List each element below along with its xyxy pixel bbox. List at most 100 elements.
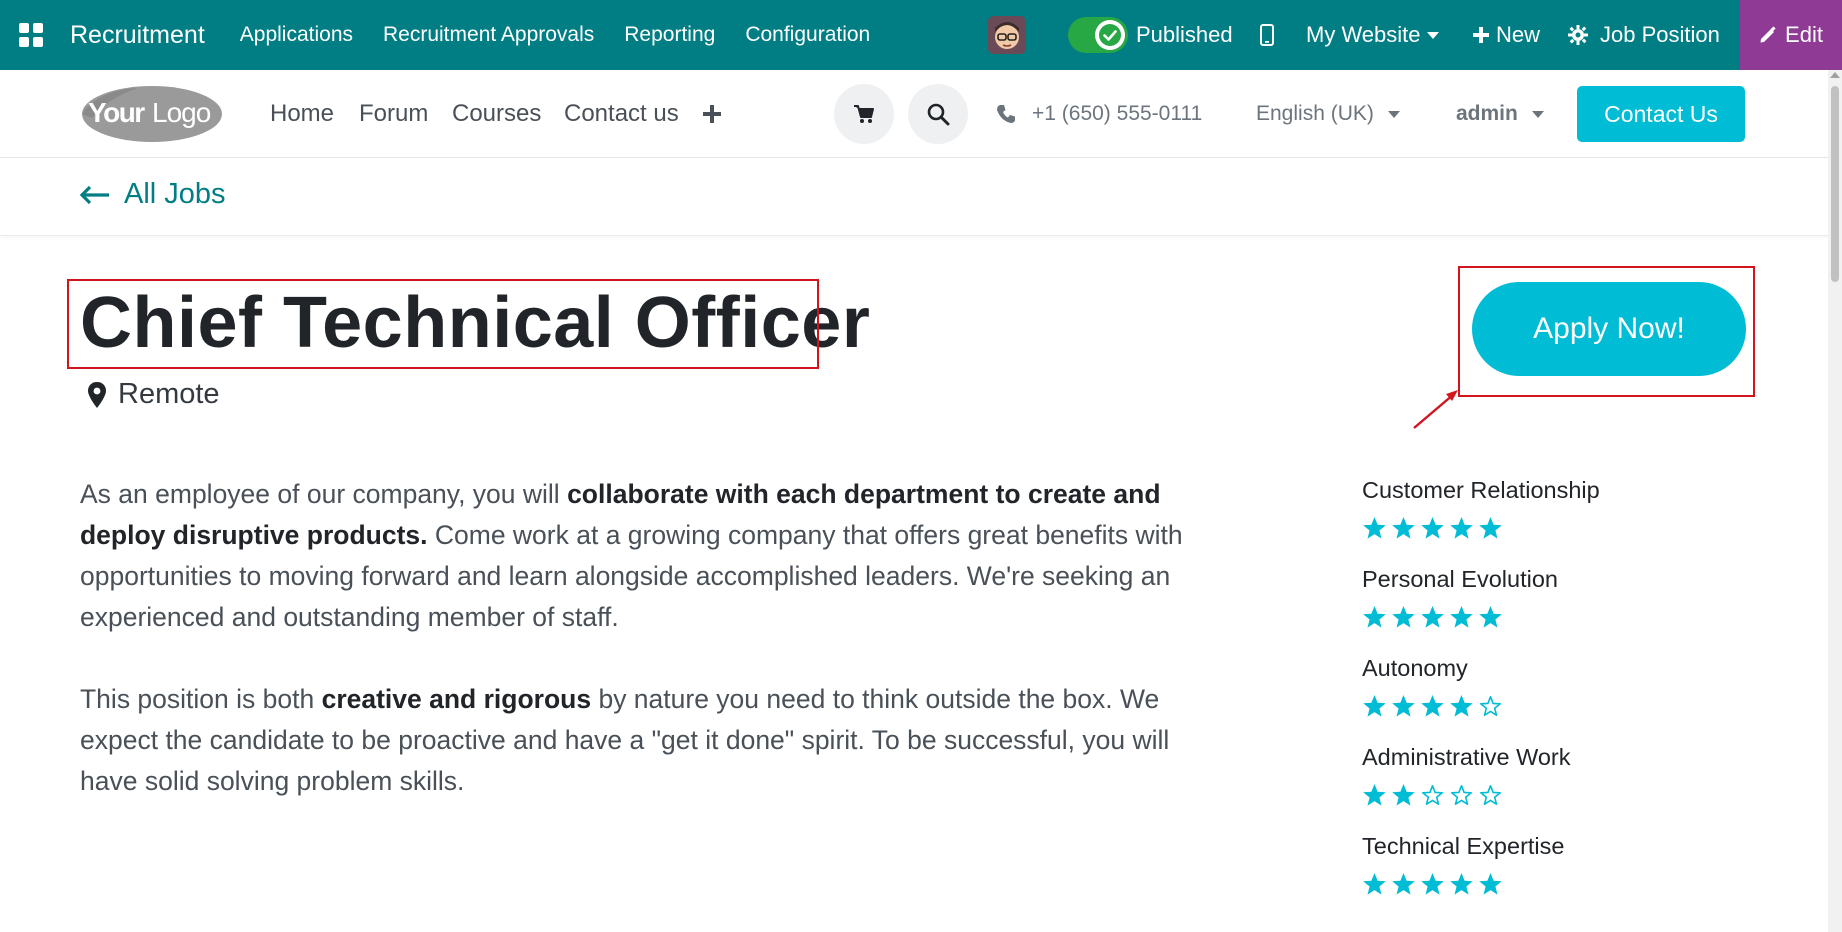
add-menu-icon[interactable] [702,70,722,158]
svg-text:Your: Your [88,97,145,128]
apps-menu-icon[interactable] [0,0,62,70]
annotation-arrow-icon [1413,390,1458,429]
job-position-label: Job Position [1600,22,1720,47]
star-empty-icon [1480,695,1501,716]
back-bar: All Jobs [0,158,1842,236]
scrollbar-thumb[interactable] [1831,86,1839,282]
new-button[interactable]: New [1472,0,1540,70]
rating-item: Personal Evolution [1362,559,1662,648]
job-description: As an employee of our company, you will … [80,474,1190,843]
star-filled-icon [1479,516,1502,539]
rating-stars [1362,866,1662,902]
map-marker-icon [88,381,106,408]
toggle-switch[interactable] [1068,17,1128,53]
bold-text: creative and rigorous [321,684,592,714]
star-filled-icon [1392,783,1415,806]
star-filled-icon [1392,605,1415,628]
description-paragraph-2: This position is both creative and rigor… [80,679,1190,802]
star-filled-icon [1479,872,1502,895]
published-label: Published [1136,22,1233,47]
gear-icon [1568,25,1588,45]
nav-home[interactable]: Home [270,70,334,158]
star-filled-icon [1479,605,1502,628]
language-selector[interactable]: English (UK) [1256,70,1400,158]
rating-stars [1362,510,1662,546]
star-filled-icon [1421,516,1444,539]
star-filled-icon [1392,516,1415,539]
star-filled-icon [1363,783,1386,806]
phone-number: +1 (650) 555-0111 [1032,102,1203,125]
rating-label: Customer Relationship [1362,477,1600,503]
phone-link[interactable]: +1 (650) 555-0111 [996,70,1202,158]
text-run: As an employee of our company, you will [80,479,568,509]
star-empty-icon [1422,784,1443,805]
menu-recruitment-approvals[interactable]: Recruitment Approvals [383,23,594,47]
arrow-left-icon [80,185,109,204]
svg-text:Logo: Logo [152,97,211,128]
star-filled-icon [1392,694,1415,717]
chevron-down-icon [1387,110,1400,118]
website-header: Your Logo Home Forum Courses Contact us … [0,70,1842,158]
star-filled-icon [1421,872,1444,895]
star-filled-icon [1421,694,1444,717]
star-empty-icon [1480,784,1501,805]
all-jobs-link[interactable]: All Jobs [80,178,226,211]
mobile-preview-icon[interactable] [1260,0,1274,70]
star-filled-icon [1450,605,1473,628]
user-avatar[interactable] [988,16,1026,54]
chevron-down-icon [1426,31,1439,39]
scroll-up-icon[interactable] [1830,72,1840,78]
rating-item: Administrative Work [1362,737,1662,826]
menu-reporting[interactable]: Reporting [624,23,715,47]
user-name: admin [1456,102,1518,125]
rating-label: Autonomy [1362,655,1468,681]
rating-item: Technical Expertise [1362,826,1662,915]
chevron-down-icon [1531,110,1544,118]
admin-bar: Recruitment Applications Recruitment App… [0,0,1842,70]
company-logo[interactable]: Your Logo [78,84,223,144]
rating-stars [1362,688,1662,724]
highlight-box-apply [1458,266,1755,397]
pencil-icon [1760,26,1776,43]
rating-stars [1362,599,1662,635]
app-name[interactable]: Recruitment [70,21,205,50]
menu-applications[interactable]: Applications [240,23,353,47]
star-filled-icon [1392,872,1415,895]
menu-configuration[interactable]: Configuration [745,23,870,47]
website-selector[interactable]: My Website [1306,0,1439,70]
job-location: Remote [88,378,220,411]
rating-item: Customer Relationship [1362,470,1662,559]
star-empty-icon [1451,784,1472,805]
star-filled-icon [1363,605,1386,628]
language-label: English (UK) [1256,102,1374,125]
user-menu[interactable]: admin [1456,70,1544,158]
contact-us-button[interactable]: Contact Us [1577,86,1745,142]
new-label: New [1496,22,1541,47]
star-filled-icon [1450,694,1473,717]
cart-icon[interactable] [834,84,894,144]
nav-forum[interactable]: Forum [359,70,428,158]
rating-label: Personal Evolution [1362,566,1558,592]
star-filled-icon [1363,694,1386,717]
search-icon[interactable] [908,84,968,144]
star-filled-icon [1363,516,1386,539]
location-label: Remote [118,378,220,410]
description-paragraph-1: As an employee of our company, you will … [80,474,1190,638]
website-label: My Website [1306,22,1421,47]
nav-courses[interactable]: Courses [452,70,541,158]
published-toggle[interactable]: Published [1068,17,1233,53]
highlight-box-title [67,279,819,369]
nav-contact-us[interactable]: Contact us [564,70,679,158]
rating-label: Technical Expertise [1362,833,1565,859]
edit-button[interactable]: Edit [1740,0,1842,70]
phone-icon [997,105,1015,123]
star-filled-icon [1421,605,1444,628]
skill-ratings: Customer Relationship Personal Evolution A… [1362,470,1662,915]
rating-label: Administrative Work [1362,744,1571,770]
check-icon [1095,20,1125,50]
star-filled-icon [1363,872,1386,895]
rating-stars [1362,777,1662,813]
rating-item: Autonomy [1362,648,1662,737]
job-position-button[interactable]: Job Position [1568,0,1720,70]
edit-label: Edit [1785,22,1823,47]
